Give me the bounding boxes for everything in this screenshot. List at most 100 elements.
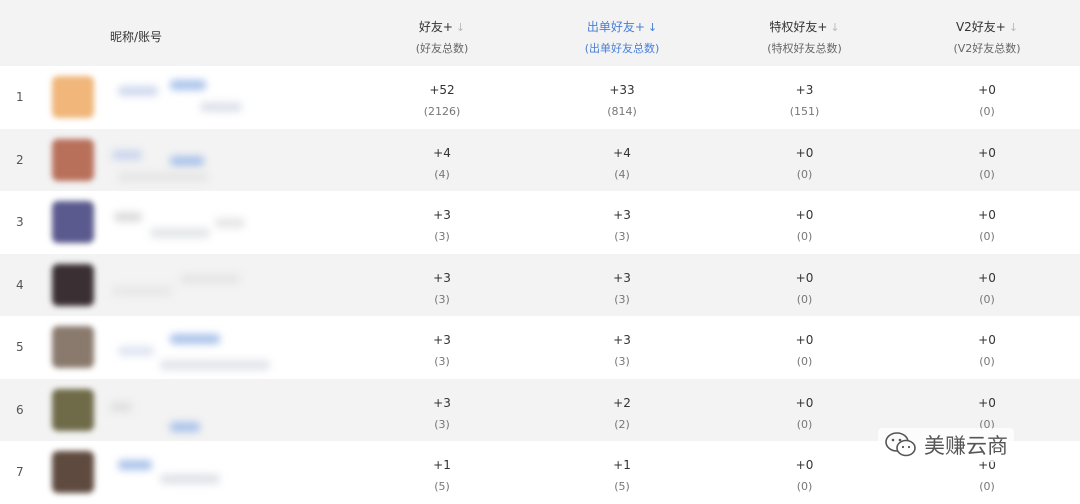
stat-total: (2126) — [423, 105, 461, 118]
stat-increment: +1 — [433, 458, 451, 472]
stat-total: (4) — [434, 167, 450, 181]
stat-total: (0) — [796, 292, 813, 306]
stat-cell: +0 (0) — [712, 254, 897, 316]
blurred-nickname — [112, 150, 142, 160]
stat-total: (3) — [434, 292, 450, 306]
blurred-nickname — [170, 156, 204, 166]
stat-increment: +0 — [978, 208, 996, 222]
stat-cell: +3 (3) — [352, 379, 532, 441]
stat-increment: +0 — [795, 333, 814, 347]
avatar[interactable] — [52, 263, 94, 306]
stat-cell: +1 (5) — [352, 441, 532, 503]
stat-increment: +3 — [613, 270, 631, 285]
stat-increment: +4 — [613, 145, 631, 160]
table-row[interactable]: 5 +3 (3) +3 (3) +0 (0) +0 (0) — [0, 316, 1080, 379]
blurred-nickname — [150, 228, 210, 238]
stat-cell: +4 (4) — [532, 129, 712, 191]
rank-number: 1 — [16, 90, 24, 104]
avatar[interactable] — [52, 201, 94, 243]
stat-total: (4) — [614, 167, 630, 181]
stat-cell: +3 (3) — [532, 316, 712, 378]
wechat-icon — [885, 432, 916, 457]
blurred-nickname — [180, 274, 240, 284]
stat-total: (0) — [796, 230, 813, 243]
rank-number: 4 — [16, 277, 24, 292]
sort-arrow-icon[interactable]: ↓ — [456, 21, 465, 34]
friends-header-sub: (好友总数) — [415, 42, 469, 55]
stat-total: (0) — [979, 230, 995, 243]
avatar[interactable] — [52, 138, 94, 181]
table-row[interactable]: 2 +4 (4) +4 (4) +0 (0) +0 (0) — [0, 128, 1080, 191]
stat-increment: +3 — [433, 395, 451, 410]
stat-total: (2) — [614, 417, 630, 431]
stat-total: (5) — [434, 480, 450, 493]
sort-arrow-icon[interactable]: ↓ — [830, 21, 839, 34]
nickname-column-header: 昵称/账号 — [110, 30, 163, 44]
stat-increment: +0 — [978, 83, 996, 97]
v2-friends-header-label: V2好友+ — [955, 20, 1006, 34]
table-row[interactable]: 4 +3 (3) +3 (3) +0 (0) +0 (0) — [0, 253, 1080, 316]
stat-cell: +0 (0) — [897, 129, 1077, 191]
stat-total: (0) — [796, 417, 813, 431]
rank-number: 3 — [16, 215, 24, 229]
stat-cell: +1 (5) — [532, 441, 712, 503]
table-row[interactable]: 3 +3 (3) +3 (3) +0 (0) +0 (0) — [0, 191, 1080, 254]
watermark: 美赚云商 — [878, 428, 1014, 462]
stat-cell: +0 (0) — [897, 66, 1077, 128]
blurred-nickname — [160, 360, 270, 370]
privilege-friends-header-label: 特权好友+ — [769, 20, 828, 34]
rank-number: 6 — [16, 402, 24, 417]
stat-increment: +0 — [978, 270, 996, 285]
stat-total: (0) — [979, 355, 995, 368]
stat-increment: +3 — [433, 270, 451, 285]
stat-increment: +0 — [978, 145, 996, 160]
stat-increment: +3 — [433, 208, 451, 222]
avatar[interactable] — [52, 388, 94, 431]
stat-increment: +0 — [795, 395, 814, 410]
order-friends-header-sub: (出单好友总数) — [584, 42, 660, 55]
stat-increment: +3 — [795, 83, 814, 97]
stat-cell: +3 (3) — [352, 254, 532, 316]
blurred-nickname — [170, 80, 206, 90]
table-header: 昵称/账号 好友+ ↓ (好友总数) 出单好友+ ↓ (出单好友总数) 特权好友+ ↓… — [0, 0, 1080, 66]
blurred-nickname — [118, 460, 152, 470]
order-friends-column-header[interactable]: 出单好友+ ↓ (出单好友总数) — [532, 0, 712, 66]
sort-arrow-icon[interactable]: ↓ — [648, 21, 657, 34]
avatar[interactable] — [52, 76, 94, 118]
stat-increment: +0 — [795, 270, 814, 285]
stat-increment: +2 — [613, 395, 631, 410]
friends-column-header[interactable]: 好友+ ↓ (好友总数) — [352, 0, 532, 66]
avatar[interactable] — [52, 326, 94, 368]
stat-increment: +52 — [429, 83, 455, 97]
stat-increment: +0 — [795, 458, 814, 472]
stat-increment: +4 — [433, 145, 451, 160]
rank-number: 5 — [16, 340, 24, 354]
stat-cell: +0 (0) — [712, 441, 897, 503]
v2-friends-header-sub: (V2好友总数) — [953, 42, 1021, 55]
stat-total: (0) — [979, 480, 995, 493]
stat-increment: +3 — [613, 208, 631, 222]
stat-increment: +3 — [433, 333, 451, 347]
avatar[interactable] — [52, 451, 94, 493]
stat-cell: +0 (0) — [897, 191, 1077, 253]
stat-total: (3) — [434, 417, 450, 431]
rank-number: 7 — [16, 465, 24, 479]
stat-total: (0) — [979, 292, 995, 306]
blurred-nickname — [114, 212, 142, 222]
stat-total: (814) — [607, 105, 637, 118]
stat-total: (0) — [979, 105, 995, 118]
stat-total: (3) — [614, 292, 630, 306]
stat-cell: +33 (814) — [532, 66, 712, 128]
sort-arrow-icon[interactable]: ↓ — [1009, 21, 1018, 34]
stat-total: (3) — [434, 355, 450, 368]
blurred-nickname — [112, 286, 172, 296]
stat-cell: +3 (151) — [712, 66, 897, 128]
table-row[interactable]: 1 +52 (2126) +33 (814) +3 (151) +0 (0) — [0, 66, 1080, 129]
privilege-friends-column-header[interactable]: 特权好友+ ↓ (特权好友总数) — [712, 0, 897, 66]
stat-cell: +3 (3) — [532, 254, 712, 316]
stat-increment: +1 — [613, 458, 631, 472]
friends-header-label: 好友+ — [418, 20, 453, 34]
v2-friends-column-header[interactable]: V2好友+ ↓ (V2好友总数) — [897, 0, 1077, 66]
blurred-nickname — [118, 86, 158, 96]
blurred-nickname — [170, 422, 200, 432]
